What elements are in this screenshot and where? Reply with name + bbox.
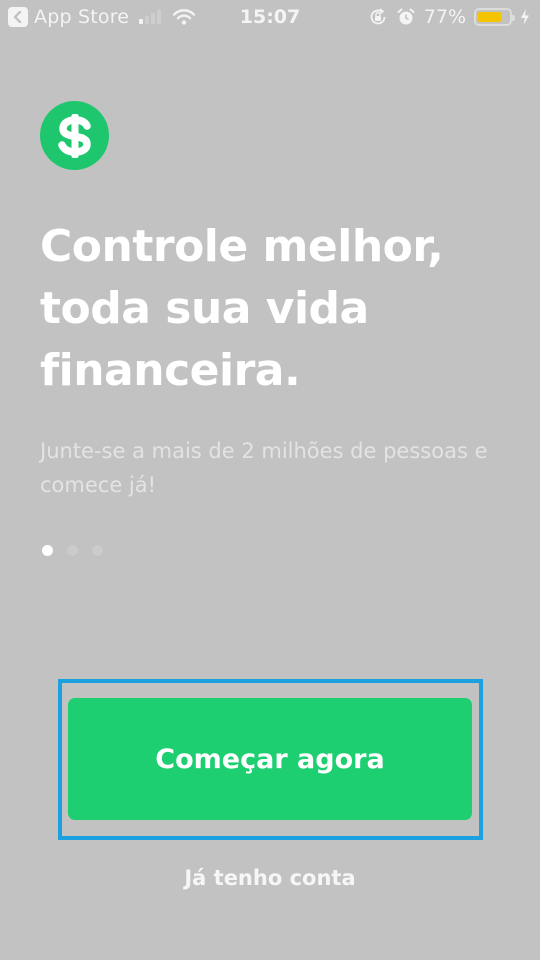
page-dot-1[interactable]	[42, 545, 53, 556]
alarm-icon	[397, 8, 415, 25]
status-bar-right: 77%	[368, 6, 530, 28]
battery-icon	[474, 8, 515, 26]
page-indicator	[42, 545, 103, 556]
battery-percent: 77%	[423, 6, 466, 28]
already-have-account-link[interactable]: Já tenho conta	[0, 866, 540, 890]
charging-bolt-icon	[521, 9, 529, 25]
page-dot-2[interactable]	[67, 545, 78, 556]
headline-line: financeira.	[40, 345, 301, 396]
rotation-lock-icon	[370, 8, 386, 25]
subtitle: Junte-se a mais de 2 milhões de pessoas …	[40, 439, 488, 497]
page-dot-3[interactable]	[92, 545, 103, 556]
headline-line: Controle melhor,	[40, 221, 444, 272]
app-logo	[40, 101, 109, 170]
battery-tip	[512, 15, 515, 21]
headline-line: toda sua vida	[40, 283, 369, 334]
start-now-button[interactable]: Começar agora	[68, 698, 472, 820]
battery-level-fill	[478, 12, 502, 22]
dollar-sign-icon	[57, 113, 91, 158]
status-bar: App Store 15:07 77%	[0, 0, 540, 36]
headline: Controle melhor, toda sua vida financeir…	[40, 216, 510, 402]
